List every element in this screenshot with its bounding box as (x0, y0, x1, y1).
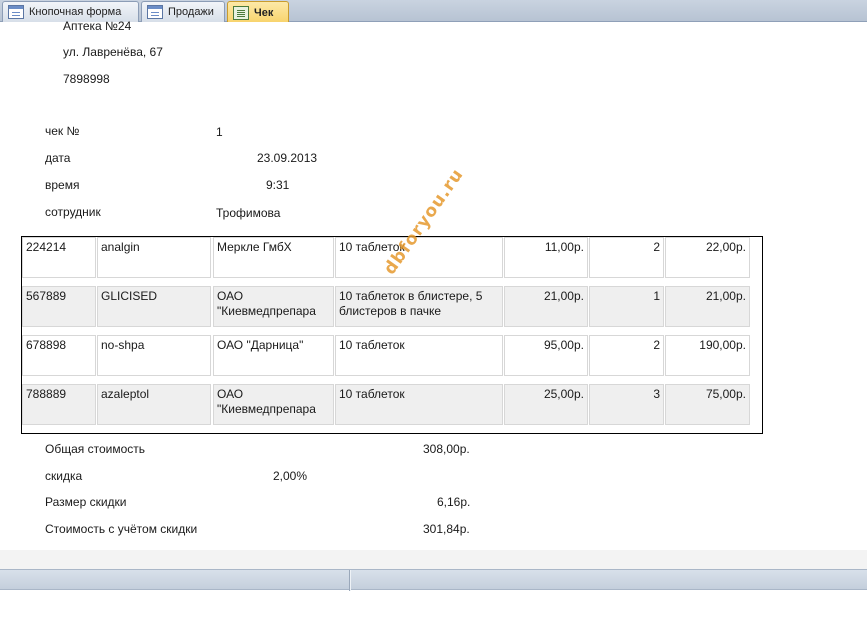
time-value: 9:31 (266, 178, 290, 192)
item-quantity: 1 (589, 286, 664, 327)
item-maker: ОАО "Киевмедпрепара (213, 384, 334, 425)
item-name: azaleptol (97, 384, 211, 425)
discount-amount-value: 6,16р. (437, 495, 471, 509)
item-price: 25,00р. (504, 384, 588, 425)
total-label: Общая стоимость (45, 442, 145, 456)
item-package: 10 таблеток в блистере, 5 блистеров в па… (335, 286, 503, 327)
item-code: 224214 (22, 237, 96, 278)
tab-label: Чек (254, 6, 274, 19)
discount-label: скидка (45, 469, 83, 483)
form-icon (147, 5, 163, 19)
item-code: 788889 (22, 384, 96, 425)
item-sum: 75,00р. (665, 384, 750, 425)
report-icon (233, 5, 249, 20)
tab-label: Кнопочная форма (29, 6, 122, 18)
tab-receipt[interactable]: Чек (227, 1, 289, 23)
receipt-report: Аптека №24 ул. Лавренёва, 67 7898998 чек… (0, 19, 867, 550)
item-code: 678898 (22, 335, 96, 376)
date-value: 23.09.2013 (257, 151, 318, 165)
item-code: 567889 (22, 286, 96, 327)
item-maker: ОАО "Киевмедпрепара (213, 286, 334, 327)
final-cost-value: 301,84р. (423, 522, 470, 536)
item-name: GLICISED (97, 286, 211, 327)
time-label: время (45, 178, 80, 192)
status-bar (0, 569, 867, 591)
item-package: 10 таблеток (335, 335, 503, 376)
status-divider (349, 570, 351, 591)
check-number-label: чек № (45, 124, 80, 138)
discount-amount-label: Размер скидки (45, 495, 127, 509)
item-price: 21,00р. (504, 286, 588, 327)
pharmacy-phone: 7898998 (63, 72, 110, 86)
discount-value: 2,00% (273, 469, 308, 483)
item-maker: Меркле ГмбХ (213, 237, 334, 278)
item-package: 10 таблеток (335, 384, 503, 425)
final-cost-label: Стоимость с учётом скидки (45, 522, 198, 536)
item-quantity: 3 (589, 384, 664, 425)
employee-value: Трофимова (216, 206, 281, 220)
form-icon (8, 5, 24, 19)
pharmacy-name: Аптека №24 (63, 19, 132, 33)
item-quantity: 2 (589, 237, 664, 278)
item-maker: ОАО "Дарница" (213, 335, 334, 376)
item-sum: 22,00р. (665, 237, 750, 278)
tab-sales[interactable]: Продажи (141, 1, 225, 22)
date-label: дата (45, 151, 71, 165)
tab-label: Продажи (168, 6, 214, 18)
check-number-value: 1 (216, 125, 223, 139)
item-price: 95,00р. (504, 335, 588, 376)
item-sum: 190,00р. (665, 335, 750, 376)
item-sum: 21,00р. (665, 286, 750, 327)
item-quantity: 2 (589, 335, 664, 376)
item-price: 11,00р. (504, 237, 588, 278)
total-value: 308,00р. (423, 442, 470, 456)
report-bottom-area (0, 550, 867, 569)
pharmacy-address: ул. Лавренёва, 67 (63, 45, 163, 59)
employee-label: сотрудник (45, 205, 101, 219)
item-name: no-shpa (97, 335, 211, 376)
item-name: analgin (97, 237, 211, 278)
